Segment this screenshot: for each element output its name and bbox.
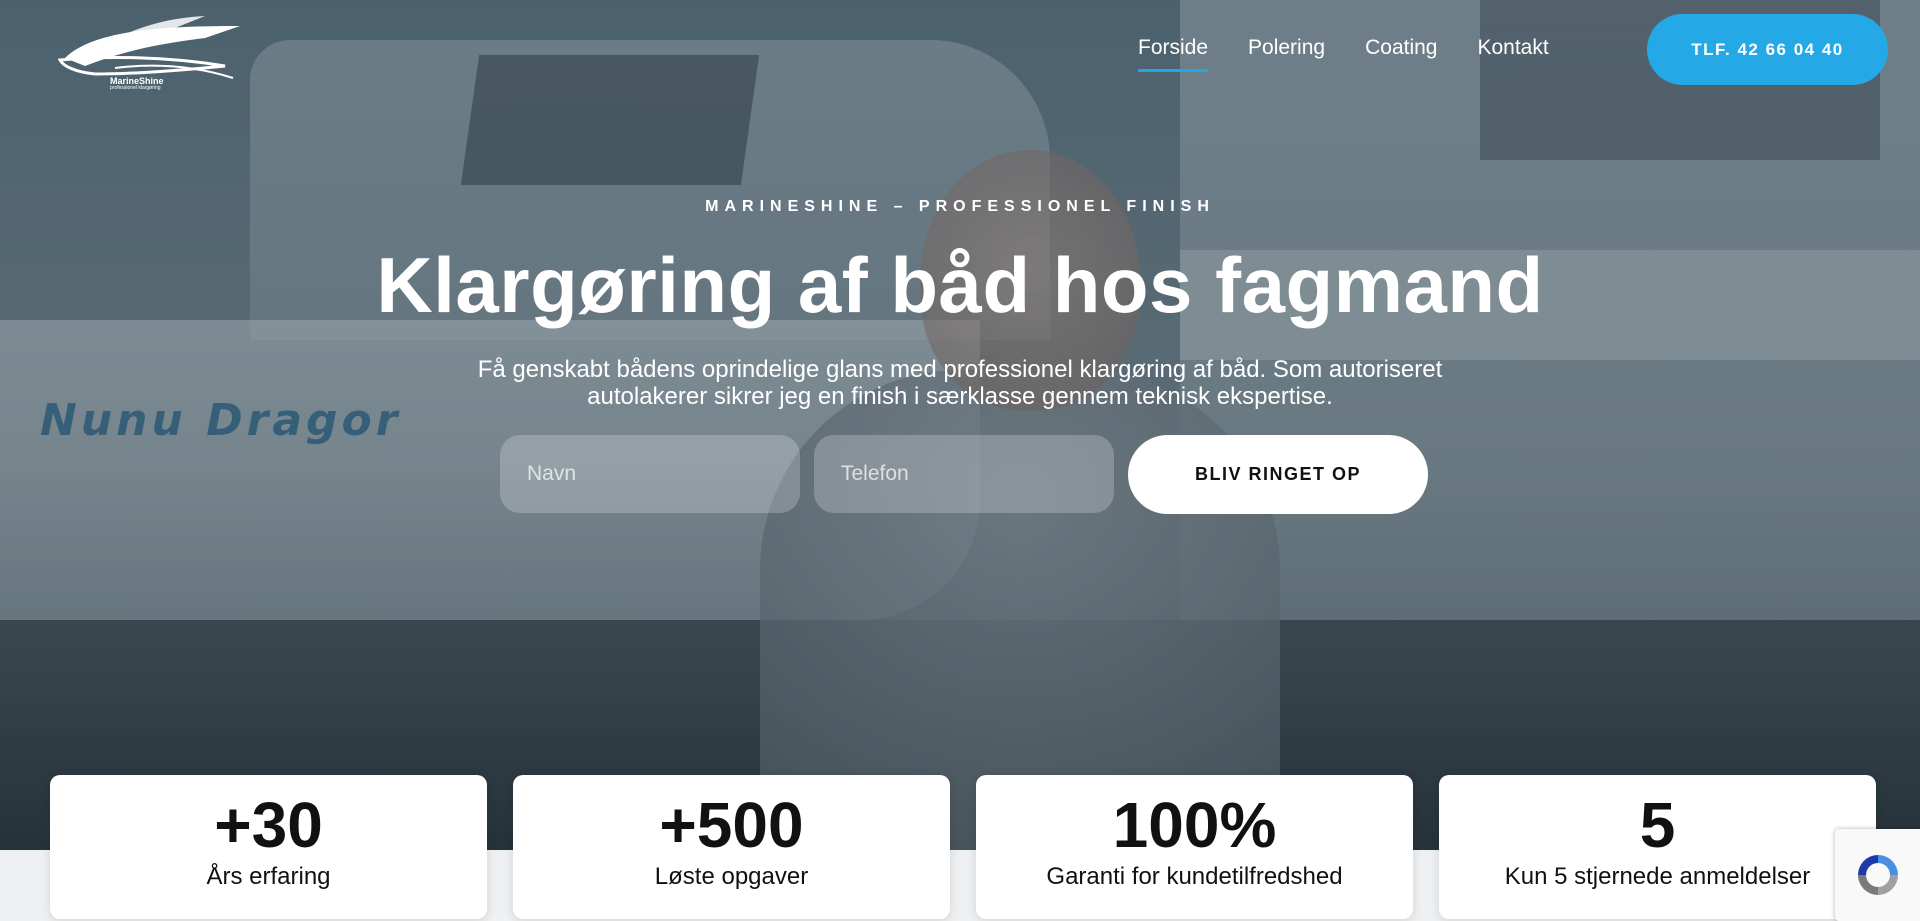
stat-value: +30 [214,789,323,861]
stat-card-reviews: 5 Kun 5 stjernede anmeldelser [1439,775,1876,919]
stat-label: Års erfaring [206,863,331,890]
stats-row: +30 Års erfaring +500 Løste opgaver 100%… [50,775,1876,919]
stat-value: +500 [659,789,804,861]
main-nav: Forside Polering Coating Kontakt [1138,36,1549,72]
nav-item-coating[interactable]: Coating [1365,36,1437,72]
phone-button[interactable]: TLF. 42 66 04 40 [1647,14,1888,85]
nav-item-forside[interactable]: Forside [1138,36,1209,72]
nav-item-kontakt[interactable]: Kontakt [1477,36,1548,72]
stat-value: 100% [1112,789,1277,861]
callback-button[interactable]: BLIV RINGET OP [1128,435,1428,514]
hero-lead: Få genskabt bådens oprindelige glans med… [477,356,1443,410]
stat-card-guarantee: 100% Garanti for kundetilfredshed [976,775,1413,919]
stat-label: Kun 5 stjernede anmeldelser [1504,863,1811,890]
stat-label: Garanti for kundetilfredshed [1046,863,1343,890]
stat-label: Løste opgaver [654,863,809,890]
name-input[interactable] [500,435,800,513]
hero-title: Klargøring af båd hos fagmand [376,241,1544,329]
phone-input[interactable] [814,435,1114,513]
stat-card-tasks: +500 Løste opgaver [513,775,950,919]
hero-overlay [0,0,1920,850]
hero-eyebrow: MARINESHINE – PROFESSIONEL FINISH [705,198,1215,215]
callback-form: BLIV RINGET OP [500,435,1428,514]
recaptcha-icon[interactable] [1835,829,1920,921]
nav-item-polering[interactable]: Polering [1248,36,1325,72]
brand-tagline: professionel klargøring [110,85,161,91]
hero-section: Nunu Dragor [0,0,1920,850]
stat-card-experience: +30 Års erfaring [50,775,487,919]
stat-value: 5 [1639,789,1676,861]
